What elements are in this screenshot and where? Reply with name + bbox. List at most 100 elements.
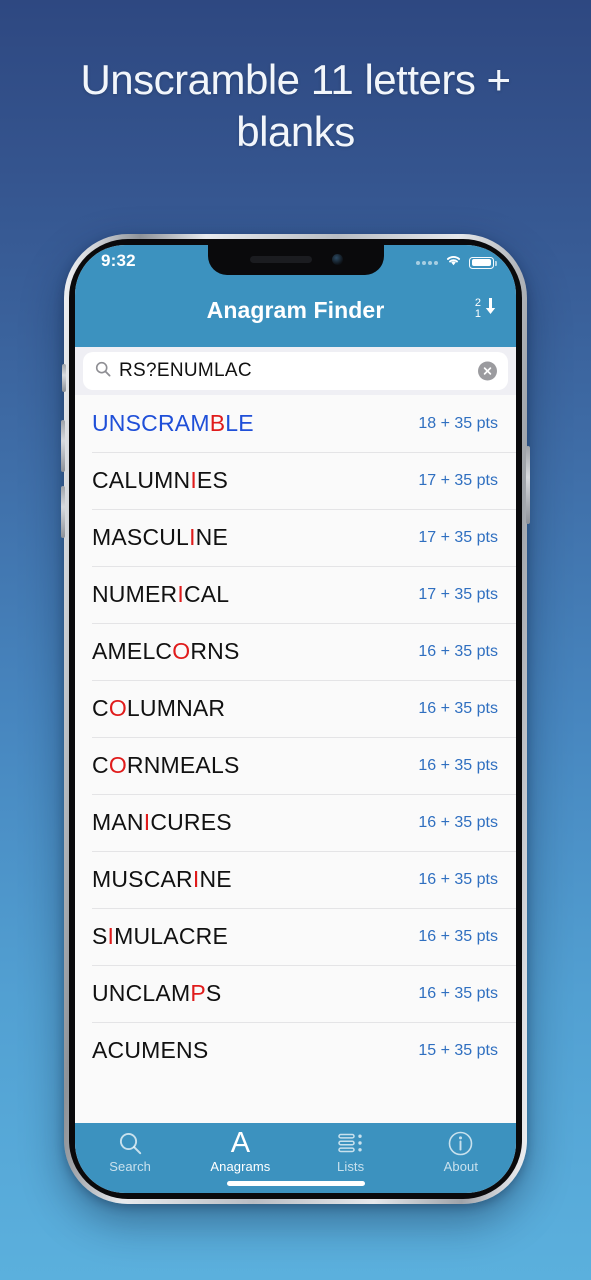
word-blank-letter: I	[189, 524, 196, 550]
result-word: SIMULACRE	[92, 923, 418, 950]
search-icon	[95, 361, 111, 382]
battery-icon	[469, 256, 497, 269]
notch	[207, 245, 384, 275]
word-prefix: MAN	[92, 809, 144, 835]
result-word: UNSCRAMBLE	[92, 410, 418, 437]
word-prefix: NUMER	[92, 581, 178, 607]
result-word: NUMERICAL	[92, 581, 418, 608]
tab-label: Anagrams	[210, 1159, 271, 1174]
result-word: COLUMNAR	[92, 695, 418, 722]
word-blank-letter: I	[177, 581, 184, 607]
word-suffix: CURES	[150, 809, 232, 835]
power-button[interactable]	[526, 446, 530, 524]
word-blank-letter: O	[172, 638, 191, 664]
tab-label: Search	[109, 1159, 152, 1174]
silence-switch[interactable]	[62, 364, 66, 392]
result-word: MANICURES	[92, 809, 418, 836]
word-prefix: UNSCRAM	[92, 410, 210, 436]
tab-anagrams[interactable]: A Anagrams	[185, 1126, 295, 1174]
earpiece-speaker-icon	[249, 256, 312, 263]
signal-dots-icon	[416, 260, 438, 265]
phone-screen: 9:32 Anagram Finder 2 1 RS?ENUMLAC UNSCR…	[75, 245, 516, 1193]
tab-label: About	[443, 1159, 479, 1174]
word-prefix: MUSCAR	[92, 866, 193, 892]
word-prefix: MASCUL	[92, 524, 190, 550]
word-suffix: LUMNAR	[126, 695, 226, 721]
table-row[interactable]: MASCULINE 17 + 35 pts	[75, 509, 516, 566]
status-bar-time: 9:32	[101, 251, 136, 270]
status-bar-indicators	[416, 253, 497, 272]
table-row[interactable]: COLUMNAR 16 + 35 pts	[75, 680, 516, 737]
table-row[interactable]: UNSCRAMBLE 18 + 35 pts	[75, 395, 516, 452]
result-points: 16 + 35 pts	[418, 927, 498, 945]
word-prefix: S	[92, 923, 108, 949]
result-points: 17 + 35 pts	[418, 585, 498, 603]
word-suffix: CAL	[183, 581, 230, 607]
word-prefix: C	[92, 752, 109, 778]
result-word: ACUMENS	[92, 1037, 418, 1064]
table-row[interactable]: CORNMEALS 16 + 35 pts	[75, 737, 516, 794]
volume-down-button[interactable]	[61, 486, 65, 538]
result-points: 15 + 35 pts	[418, 1041, 498, 1059]
word-suffix: RNMEALS	[126, 752, 240, 778]
app-header: 9:32 Anagram Finder 2 1	[75, 245, 516, 347]
result-points: 16 + 35 pts	[418, 813, 498, 831]
word-suffix: LE	[225, 410, 254, 436]
tab-about[interactable]: About	[406, 1129, 516, 1174]
search-field[interactable]: RS?ENUMLAC	[83, 352, 508, 390]
table-row[interactable]: MANICURES 16 + 35 pts	[75, 794, 516, 851]
table-row[interactable]: UNCLAMPS 16 + 35 pts	[75, 965, 516, 1022]
search-bar-container: RS?ENUMLAC	[75, 347, 516, 395]
word-blank-letter: B	[209, 410, 226, 436]
word-prefix: C	[92, 695, 109, 721]
word-blank-letter: P	[190, 980, 206, 1006]
page-headline: Unscramble 11 letters + blanks	[80, 56, 511, 155]
word-blank-letter: I	[190, 467, 197, 493]
word-suffix: ES	[196, 467, 229, 493]
sort-top-number: 2	[474, 296, 481, 309]
info-circle-icon	[448, 1129, 473, 1157]
result-points: 16 + 35 pts	[418, 756, 498, 774]
word-prefix: AMELC	[92, 638, 173, 664]
table-row[interactable]: MUSCARINE 16 + 35 pts	[75, 851, 516, 908]
search-input[interactable]: RS?ENUMLAC	[119, 360, 252, 382]
result-points: 16 + 35 pts	[418, 642, 498, 660]
sort-numbers: 2 1	[474, 296, 481, 320]
table-row[interactable]: ACUMENS 15 + 35 pts	[75, 1022, 516, 1079]
page-title: Anagram Finder	[206, 297, 385, 323]
result-word: MASCULINE	[92, 524, 418, 551]
tab-lists[interactable]: Lists	[296, 1129, 406, 1174]
result-points: 17 + 35 pts	[418, 471, 498, 489]
word-blank-letter: O	[108, 695, 127, 721]
table-row[interactable]: CALUMNIES 17 + 35 pts	[75, 452, 516, 509]
wifi-icon	[444, 253, 463, 272]
clear-search-button[interactable]	[478, 361, 497, 381]
tab-search[interactable]: Search	[75, 1129, 185, 1174]
result-word: UNCLAMPS	[92, 980, 418, 1007]
result-points: 18 + 35 pts	[418, 414, 498, 432]
sort-order-button[interactable]: 2 1	[475, 295, 498, 322]
result-points: 17 + 35 pts	[418, 528, 498, 546]
word-suffix: S	[205, 980, 222, 1006]
front-camera-icon	[331, 254, 343, 265]
volume-up-button[interactable]	[61, 420, 65, 472]
home-indicator[interactable]	[226, 1181, 365, 1186]
result-points: 16 + 35 pts	[418, 984, 498, 1002]
sort-descending-icon	[482, 295, 498, 322]
sort-bottom-number: 1	[474, 307, 481, 320]
result-word: AMELCORNS	[92, 638, 418, 665]
results-list[interactable]: UNSCRAMBLE 18 + 35 pts CALUMNIES 17 + 35 pt…	[75, 395, 516, 1129]
word-suffix: RNS	[190, 638, 240, 664]
word-suffix: NE	[195, 524, 229, 550]
word-prefix: CALUMN	[92, 467, 191, 493]
table-row[interactable]: NUMERICAL 17 + 35 pts	[75, 566, 516, 623]
table-row[interactable]: SIMULACRE 16 + 35 pts	[75, 908, 516, 965]
search-icon	[118, 1129, 143, 1157]
result-points: 16 + 35 pts	[418, 870, 498, 888]
word-blank-letter: O	[108, 752, 127, 778]
list-icon	[337, 1129, 364, 1157]
word-suffix: MULACRE	[114, 923, 229, 949]
table-row[interactable]: AMELCORNS 16 + 35 pts	[75, 623, 516, 680]
letter-a-icon: A	[230, 1126, 251, 1159]
result-word: CORNMEALS	[92, 752, 418, 779]
